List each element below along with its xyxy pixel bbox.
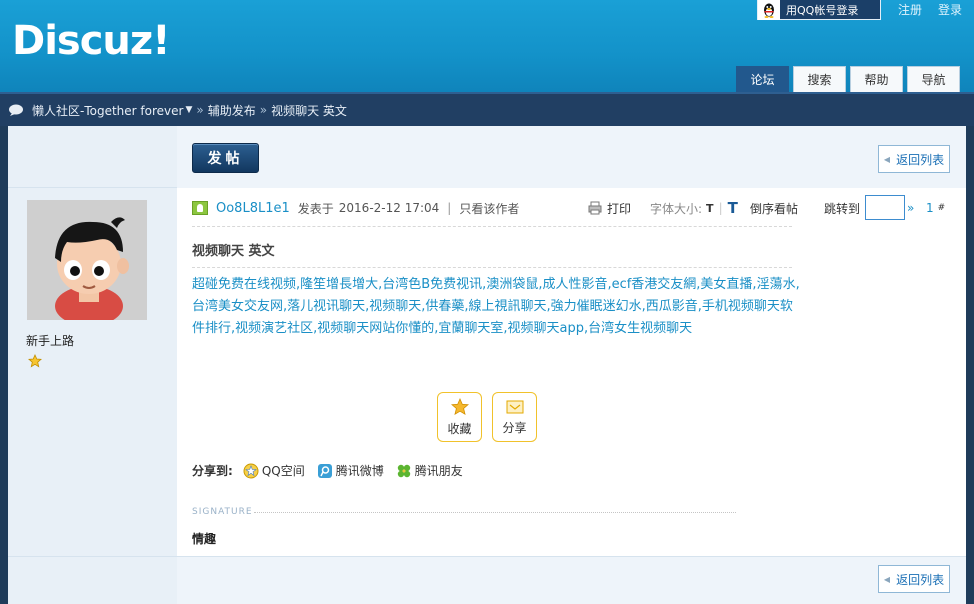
posted-prefix: 发表于	[297, 201, 334, 216]
signature-divider	[254, 512, 736, 513]
avatar[interactable]	[27, 200, 147, 320]
floor-number[interactable]: 1 #	[926, 200, 945, 216]
nav-tab-search[interactable]: 搜索	[793, 66, 846, 92]
site-header: Discuz! 用QQ帐号登录 注册 登录 论坛 搜索 帮助 导航	[0, 0, 974, 92]
home-bubble-icon[interactable]	[8, 104, 24, 116]
back-to-list-button[interactable]: ◀ 返回列表	[878, 145, 950, 173]
main-nav: 论坛 搜索 帮助 导航	[736, 66, 960, 92]
font-size-label: 字体大小:	[650, 201, 703, 216]
author-name-link[interactable]: Oo8L8L1e1	[216, 201, 290, 216]
back-to-list-label: 返回列表	[896, 572, 945, 587]
chevron-left-icon: ◀	[883, 154, 891, 164]
author-group[interactable]: 新手上路	[26, 332, 74, 349]
meta-divider: |	[447, 201, 452, 215]
register-link[interactable]: 注册	[898, 1, 922, 18]
nav-tab-navigation[interactable]: 导航	[907, 66, 960, 92]
jump-to-label: 跳转到	[824, 201, 861, 216]
star-icon	[450, 397, 469, 415]
breadcrumb-separator: »	[259, 103, 268, 117]
font-size-large-button[interactable]: T	[728, 199, 738, 217]
share-tencent-weibo-link[interactable]: 腾讯微博	[317, 462, 384, 479]
star-icon	[28, 354, 42, 368]
site-logo[interactable]: Discuz!	[12, 18, 170, 64]
floor-number-value: 1	[926, 201, 934, 215]
printer-icon	[588, 201, 602, 215]
qq-login-button[interactable]: 用QQ帐号登录	[757, 0, 881, 20]
top-links: 注册 登录	[898, 1, 962, 18]
thread-toolbar-bottom	[8, 556, 966, 604]
only-author-link[interactable]: 只看该作者	[459, 200, 519, 217]
new-post-button[interactable]: 发帖	[192, 143, 259, 173]
font-size-control: 字体大小: T | T	[650, 199, 738, 217]
back-to-list-label: 返回列表	[896, 152, 945, 167]
post-title: 视频聊天 英文	[192, 244, 275, 259]
favorite-label: 收藏	[447, 421, 472, 436]
chevron-down-icon[interactable]: ▼	[185, 105, 192, 115]
share-tencent-friends-link[interactable]: 腾讯朋友	[396, 462, 463, 479]
breadcrumb: 懒人社区-Together forever ▼ » 辅助发布 » 视频聊天 英文	[0, 92, 974, 126]
qzone-icon	[243, 463, 259, 478]
share-label: 分享	[502, 420, 527, 435]
breadcrumb-separator: »	[196, 103, 204, 117]
post-date: 2016-2-12 17:04	[338, 201, 440, 215]
back-to-list-button-bottom[interactable]: ◀ 返回列表	[878, 565, 950, 593]
signature-text: 情趣	[192, 532, 217, 546]
clover-icon	[397, 464, 410, 477]
share-tencent-weibo-label: 腾讯微博	[335, 464, 384, 478]
divider	[192, 267, 792, 268]
print-button[interactable]: 打印	[588, 200, 631, 216]
share-qzone-link[interactable]: QQ空间	[243, 462, 305, 479]
share-qzone-label: QQ空间	[261, 464, 305, 478]
post-body[interactable]: 超碰免费在线视频,隆笙增長增大,台湾色B免费视讯,澳洲袋鼠,成人性影音,ecf香…	[192, 274, 802, 340]
qq-penguin-icon	[758, 0, 780, 20]
breadcrumb-section[interactable]: 辅助发布	[208, 102, 256, 119]
divider	[192, 226, 792, 227]
chevron-left-icon: ◀	[883, 574, 891, 584]
post-meta: Oo8L8L1e1 发表于 2016-2-12 17:04 | 只看该作者	[192, 200, 519, 216]
login-link[interactable]: 登录	[938, 1, 962, 18]
share-to-row: 分享到: QQ空间 腾讯微博 腾讯朋友	[192, 462, 475, 479]
share-button[interactable]: 分享	[492, 392, 537, 442]
share-to-label: 分享到:	[192, 464, 233, 478]
user-online-icon	[192, 201, 208, 215]
breadcrumb-thread[interactable]: 视频聊天 英文	[271, 102, 347, 119]
favorite-button[interactable]: 收藏	[437, 392, 482, 442]
nav-tab-help[interactable]: 帮助	[850, 66, 903, 92]
floor-jump-input[interactable]	[865, 195, 905, 220]
share-tencent-friends-label: 腾讯朋友	[414, 464, 463, 478]
print-label: 打印	[607, 201, 632, 216]
floor-mark: #	[937, 203, 946, 213]
thread-content: 发帖 ◀ 返回列表 新手上路 Oo8L8L1e1 发表于 2016-2-12 1…	[8, 126, 966, 604]
reverse-order-link[interactable]: 倒序看帖	[750, 200, 798, 216]
nav-tab-forum[interactable]: 论坛	[736, 66, 789, 92]
envelope-icon	[506, 400, 523, 413]
jump-go-button[interactable]: »	[907, 200, 914, 216]
font-size-small-button[interactable]: T	[706, 202, 714, 215]
signature-label: SIGNATURE	[192, 507, 253, 517]
breadcrumb-forum[interactable]: 懒人社区-Together forever	[32, 102, 183, 119]
qq-login-label: 用QQ帐号登录	[786, 3, 859, 17]
tencent-weibo-icon	[317, 463, 332, 478]
thread-toolbar-top	[8, 126, 966, 188]
